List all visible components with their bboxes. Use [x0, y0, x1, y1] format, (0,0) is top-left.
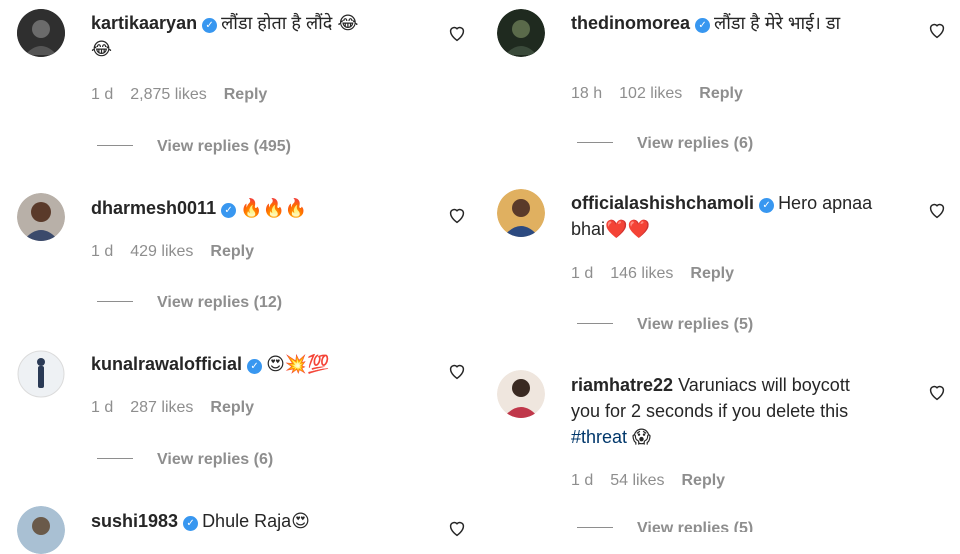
comment-text-line2: you for 2 seconds if you delete this: [571, 401, 849, 421]
comment-age: 18 h: [571, 85, 603, 102]
view-replies-label: View replies (495): [157, 138, 291, 155]
comment-age: 1 d: [91, 86, 114, 103]
view-replies-label: View replies (6): [157, 451, 274, 468]
view-replies-label: View replies (6): [637, 135, 754, 152]
verified-badge-icon: ✓: [202, 18, 218, 33]
reply-button[interactable]: Reply: [210, 243, 254, 260]
reply-button[interactable]: Reply: [699, 85, 743, 102]
view-replies-button[interactable]: View replies (6): [577, 135, 753, 153]
avatar-image: [497, 370, 545, 418]
avatar[interactable]: [17, 350, 65, 398]
comment-body: riamhatre22 Varuniacs will boycott you f…: [571, 372, 900, 450]
username[interactable]: dharmesh0011: [91, 198, 216, 218]
like-heart-icon[interactable]: [446, 204, 468, 226]
comment-age: 1 d: [91, 243, 114, 260]
replies-divider-line: [577, 323, 613, 324]
like-count[interactable]: 2,875 likes: [130, 86, 207, 103]
comment-meta: 1 d 2,875 likes Reply: [91, 86, 284, 104]
comment-age: 1 d: [571, 265, 594, 282]
view-replies-button[interactable]: View replies (12): [97, 294, 282, 312]
view-replies-label: View replies (5): [637, 520, 754, 532]
verified-badge-icon: ✓: [183, 516, 199, 531]
reply-button[interactable]: Reply: [224, 86, 268, 103]
view-replies-button[interactable]: View replies (495): [97, 138, 291, 156]
comment-emoji: 😱: [632, 427, 651, 447]
view-replies-label: View replies (12): [157, 294, 283, 311]
comment-meta: 18 h 102 likes Reply: [571, 85, 760, 103]
avatar[interactable]: [497, 370, 545, 418]
replies-divider-line: [577, 527, 613, 528]
comment-text: Dhule Raja😍: [202, 511, 310, 531]
replies-divider-line: [97, 145, 133, 146]
avatar[interactable]: [497, 9, 545, 57]
verified-badge-icon: ✓: [759, 198, 775, 213]
like-count[interactable]: 102 likes: [619, 85, 682, 102]
comment-meta: 1 d 54 likes Reply: [571, 472, 742, 490]
comment-meta: 1 d 146 likes Reply: [571, 265, 751, 283]
view-replies-button[interactable]: View replies (5): [577, 520, 753, 532]
like-heart-icon[interactable]: [926, 19, 948, 41]
like-heart-icon[interactable]: [446, 360, 468, 382]
view-replies-label: View replies (5): [637, 316, 754, 333]
comment-text: Hero apnaa: [778, 193, 873, 213]
like-count[interactable]: 429 likes: [130, 243, 193, 260]
avatar-image: [17, 9, 65, 57]
avatar-image: [17, 193, 65, 241]
comment-meta: 1 d 429 likes Reply: [91, 243, 271, 261]
verified-badge-icon: ✓: [695, 18, 711, 33]
view-replies-button[interactable]: View replies (6): [97, 451, 273, 469]
comment-text-line2: bhai❤️❤️: [571, 219, 650, 239]
like-heart-icon[interactable]: [926, 199, 948, 221]
comment-age: 1 d: [571, 472, 594, 489]
comment-body: kunalrawalofficial ✓ 😍💥💯: [91, 351, 420, 377]
avatar-image: [17, 350, 65, 398]
avatar-image: [497, 189, 545, 237]
comment-meta: 1 d 287 likes Reply: [91, 399, 271, 417]
like-count[interactable]: 287 likes: [130, 399, 193, 416]
like-count[interactable]: 54 likes: [610, 472, 664, 489]
comment-text: Varuniacs will boycott: [678, 375, 850, 395]
like-count[interactable]: 146 likes: [610, 265, 673, 282]
like-heart-icon[interactable]: [446, 517, 468, 539]
comment-text: 🔥🔥🔥: [240, 198, 308, 218]
avatar-image: [17, 506, 65, 554]
comment-body: officialashishchamoli ✓ Hero apnaa bhai❤️❤…: [571, 190, 900, 242]
comment-body: dharmesh0011 ✓ 🔥🔥🔥: [91, 195, 420, 221]
comment-text: लौंडा है मेरे भाई। डा: [714, 13, 841, 33]
comment-text: 😍💥💯: [266, 354, 330, 374]
like-heart-icon[interactable]: [446, 22, 468, 44]
replies-divider-line: [97, 458, 133, 459]
comment-text-line2: 😂: [91, 39, 113, 59]
avatar-image: [497, 9, 545, 57]
reply-button[interactable]: Reply: [682, 472, 726, 489]
comment-body: kartikaaryan ✓ लौंडा होता है लौंदे 😂 😂: [91, 10, 420, 62]
reply-button[interactable]: Reply: [210, 399, 254, 416]
comment-body: sushi1983 ✓ Dhule Raja😍: [91, 508, 420, 534]
comment-text: लौंडा होता है लौंदे 😂: [221, 13, 359, 33]
view-replies-button[interactable]: View replies (5): [577, 316, 753, 334]
avatar[interactable]: [497, 189, 545, 237]
username[interactable]: riamhatre22: [571, 375, 673, 395]
like-heart-icon[interactable]: [926, 381, 948, 403]
username[interactable]: officialashishchamoli: [571, 193, 754, 213]
replies-divider-line: [577, 142, 613, 143]
reply-button[interactable]: Reply: [690, 265, 734, 282]
username[interactable]: sushi1983: [91, 511, 178, 531]
verified-badge-icon: ✓: [247, 359, 263, 374]
avatar[interactable]: [17, 506, 65, 554]
hashtag-link[interactable]: #threat: [571, 427, 627, 447]
username[interactable]: kartikaaryan: [91, 13, 197, 33]
username[interactable]: thedinomorea: [571, 13, 690, 33]
replies-divider-line: [97, 301, 133, 302]
comment-age: 1 d: [91, 399, 114, 416]
comment-body: thedinomorea ✓ लौंडा है मेरे भाई। डा: [571, 10, 900, 36]
verified-badge-icon: ✓: [221, 203, 237, 218]
avatar[interactable]: [17, 9, 65, 57]
username[interactable]: kunalrawalofficial: [91, 354, 242, 374]
avatar[interactable]: [17, 193, 65, 241]
